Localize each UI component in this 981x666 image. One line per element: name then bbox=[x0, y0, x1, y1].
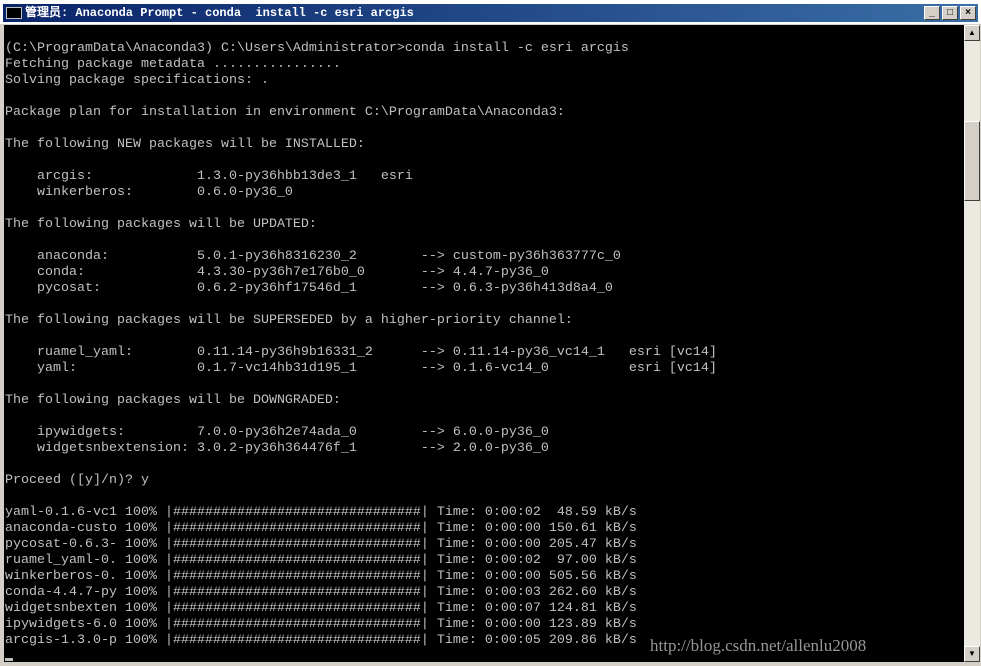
console-line: ruamel_yaml-0. 100% |###################… bbox=[5, 553, 637, 568]
console-line: widgetsnbextension: 3.0.2-py36h364476f_1… bbox=[5, 441, 549, 456]
console-line: ruamel_yaml: 0.11.14-py36h9b16331_2 --> … bbox=[5, 345, 717, 360]
watermark: http://blog.csdn.net/allenlu2008 bbox=[650, 636, 867, 655]
console-lines: (C:\ProgramData\Anaconda3) C:\Users\Admi… bbox=[5, 25, 717, 662]
console-line: pycosat-0.6.3- 100% |###################… bbox=[5, 537, 637, 552]
console-line: conda-4.4.7-py 100% |###################… bbox=[5, 585, 637, 600]
console-line: The following packages will be UPDATED: bbox=[5, 217, 317, 232]
minimize-button[interactable]: _ bbox=[924, 6, 940, 20]
text-cursor bbox=[5, 658, 13, 661]
scroll-up-button[interactable]: ▲ bbox=[964, 25, 980, 41]
console-output[interactable]: (C:\ProgramData\Anaconda3) C:\Users\Admi… bbox=[4, 25, 964, 662]
title-bar-background: 管理员: Anaconda Prompt - conda install -c … bbox=[3, 4, 978, 22]
console-line: anaconda-custo 100% |###################… bbox=[5, 521, 637, 536]
console-line: ipywidgets-6.0 100% |###################… bbox=[5, 617, 637, 632]
maximize-button[interactable]: □ bbox=[942, 6, 958, 20]
console-line: The following packages will be DOWNGRADE… bbox=[5, 393, 341, 408]
console-line: Proceed ([y]/n)? y bbox=[5, 473, 149, 488]
console-line: ipywidgets: 7.0.0-py36h2e74ada_0 --> 6.0… bbox=[5, 425, 549, 440]
console-line: arcgis: 1.3.0-py36hbb13de3_1 esri bbox=[5, 169, 413, 184]
console-line: The following NEW packages will be INSTA… bbox=[5, 137, 365, 152]
console-line: anaconda: 5.0.1-py36h8316230_2 --> custo… bbox=[5, 249, 621, 264]
close-button[interactable]: × bbox=[960, 6, 976, 20]
console-line: winkerberos: 0.6.0-py36_0 bbox=[5, 185, 293, 200]
window-controls: _ □ × bbox=[924, 6, 976, 20]
console-line: widgetsnbexten 100% |###################… bbox=[5, 601, 637, 616]
console-app-icon[interactable] bbox=[6, 7, 22, 19]
vertical-scrollbar[interactable]: ▲ ▼ bbox=[964, 25, 980, 662]
scroll-down-button[interactable]: ▼ bbox=[964, 646, 980, 662]
scroll-thumb[interactable] bbox=[964, 121, 980, 201]
console-line: Fetching package metadata ..............… bbox=[5, 57, 341, 72]
console-line: Package plan for installation in environ… bbox=[5, 105, 565, 120]
cursor-line bbox=[5, 649, 717, 662]
title-bar[interactable]: 管理员: Anaconda Prompt - conda install -c … bbox=[0, 0, 981, 24]
console-line: (C:\ProgramData\Anaconda3) C:\Users\Admi… bbox=[5, 41, 629, 56]
console-line: The following packages will be SUPERSEDE… bbox=[5, 313, 573, 328]
console-line: yaml-0.1.6-vc1 100% |###################… bbox=[5, 505, 637, 520]
console-line: yaml: 0.1.7-vc14hb31d195_1 --> 0.1.6-vc1… bbox=[5, 361, 717, 376]
console-line: pycosat: 0.6.2-py36hf17546d_1 --> 0.6.3-… bbox=[5, 281, 613, 296]
console-line: winkerberos-0. 100% |###################… bbox=[5, 569, 637, 584]
console-line: conda: 4.3.30-py36h7e176b0_0 --> 4.4.7-p… bbox=[5, 265, 549, 280]
window-title: 管理员: Anaconda Prompt - conda install -c … bbox=[25, 6, 414, 20]
console-line: arcgis-1.3.0-p 100% |###################… bbox=[5, 633, 637, 648]
console-line: Solving package specifications: . bbox=[5, 73, 269, 88]
